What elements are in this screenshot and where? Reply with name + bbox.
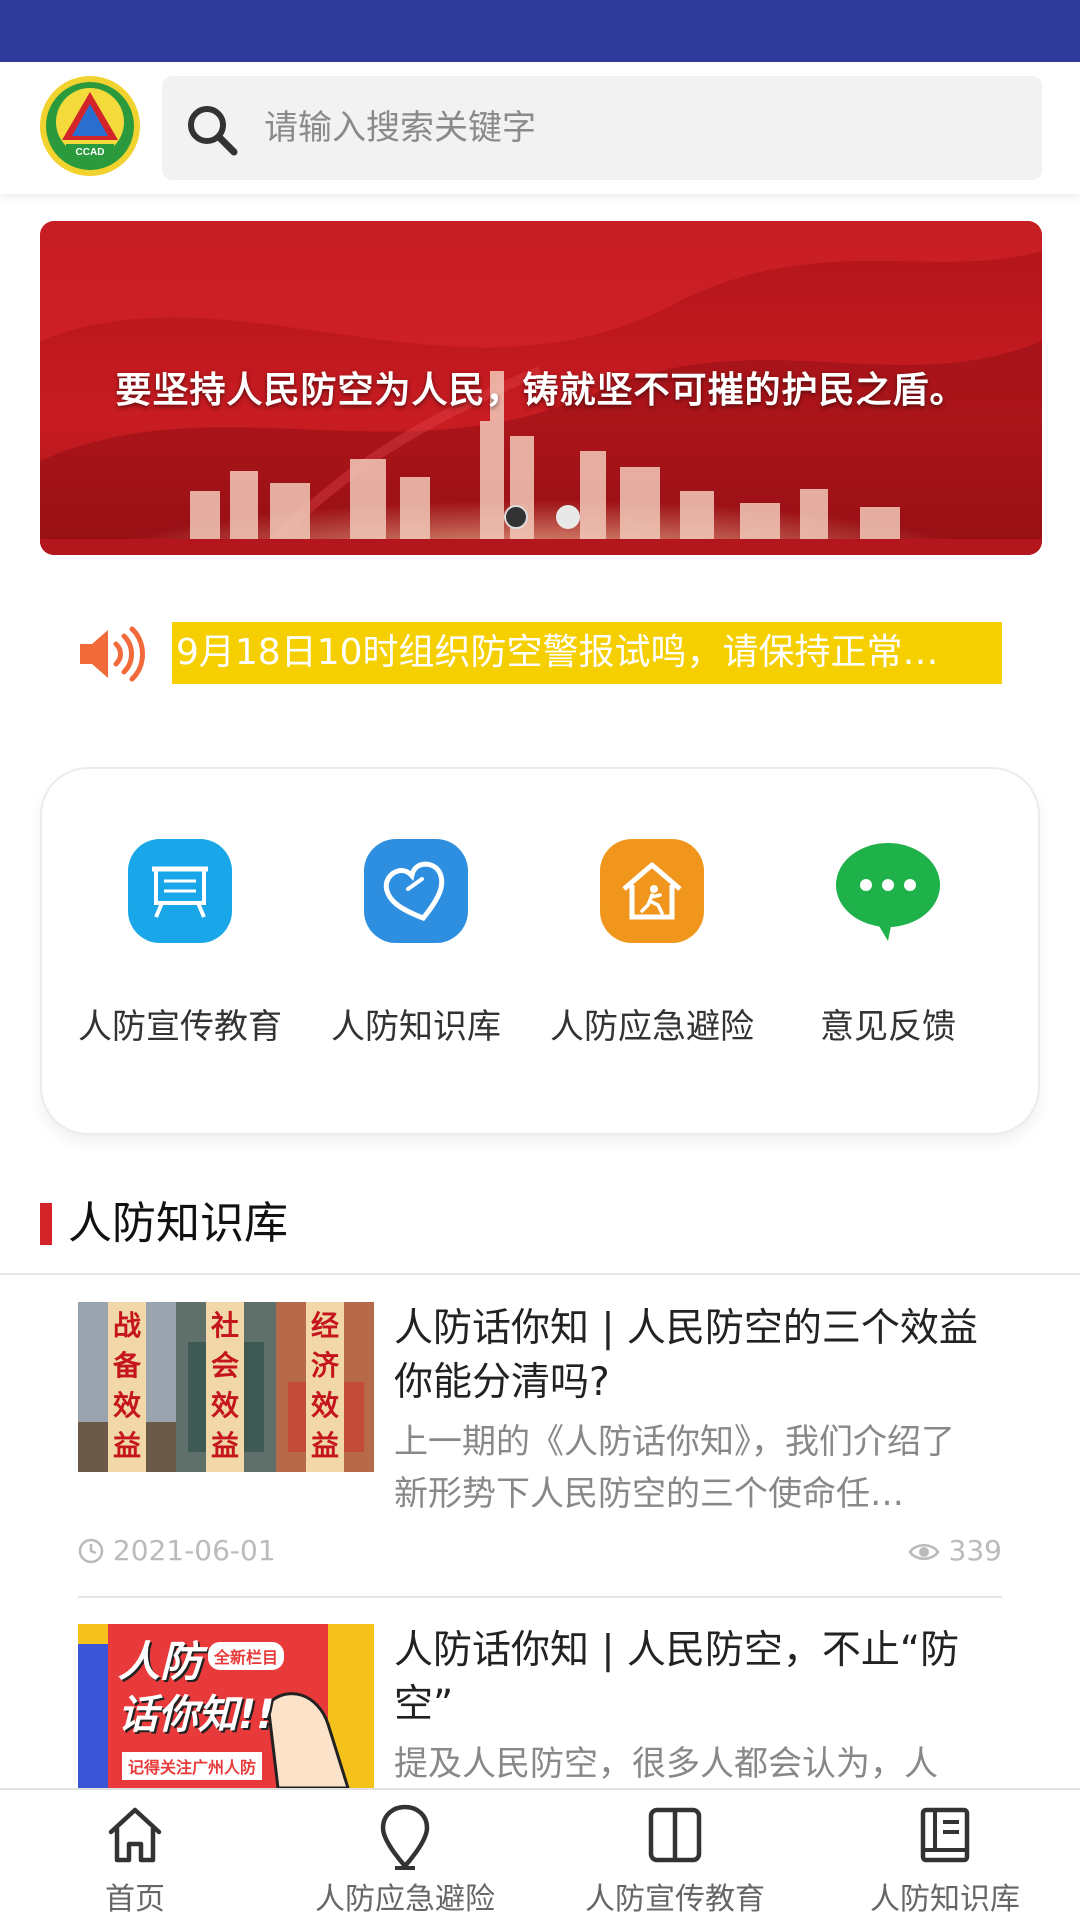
thumb-word: 经济效益 (310, 1309, 339, 1462)
article-title[interactable]: 人防话你知 | 人民防空的三个效益你能分清吗? (394, 1302, 984, 1410)
header: CCAD 请输入搜索关键字 (0, 62, 1080, 194)
article-views-count: 339 (948, 1534, 1002, 1567)
article-thumbnail: 战备效益 社会效益 经济效益 (78, 1302, 374, 1472)
quick-entry-panel: 人防宣传教育 人防知识库 人防应急避险 意见反馈 (40, 767, 1040, 1135)
chat-bubble-icon (836, 839, 940, 943)
entry-feedback[interactable]: 意见反馈 (770, 839, 1006, 1048)
article-date-text: 2021-06-01 (112, 1534, 276, 1567)
thumb-tag: 全新栏目 (208, 1642, 285, 1670)
bottom-tab-bar: 首页 人防应急避险 人防宣传教育 人防知识库 (0, 1788, 1080, 1920)
tab-emergency-shelter[interactable]: 人防应急避险 (270, 1790, 540, 1922)
speaker-icon (80, 626, 145, 682)
search-icon (188, 106, 238, 156)
logo-text: CCAD (76, 147, 105, 158)
thumb-heading: 话你知!! (118, 1692, 275, 1738)
entry-label: 人防宣传教育 (78, 1007, 282, 1047)
article-title[interactable]: 人防话你知 | 人民防空，不止“防空” (394, 1624, 984, 1732)
article-date: 2021-06-01 (78, 1534, 276, 1567)
tab-knowledge-base[interactable]: 人防知识库 (810, 1790, 1080, 1922)
entry-label: 意见反馈 (820, 1007, 956, 1047)
article-summary: 上一期的《人防话你知》，我们介绍了新形势下人民防空的三个使命任… (394, 1422, 955, 1514)
thumb-heading: 人防 (118, 1637, 203, 1686)
entry-label: 人防应急避险 (550, 1007, 754, 1047)
tab-home[interactable]: 首页 (0, 1790, 270, 1922)
presentation-board-icon (128, 839, 232, 943)
home-icon (108, 1807, 162, 1863)
banner-slogan: 要坚持人民防空为人民，铸就坚不可摧的护民之盾。 (115, 369, 967, 411)
entry-propaganda-education[interactable]: 人防宣传教育 (62, 839, 298, 1048)
location-pin-icon (380, 1804, 430, 1870)
article-views: 339 (908, 1534, 1002, 1567)
book-open-icon (648, 1807, 702, 1863)
divider (0, 1273, 1080, 1275)
library-icon (920, 1807, 970, 1863)
carousel-dot[interactable] (556, 505, 580, 529)
heart-icon (364, 839, 468, 943)
entry-label: 人防知识库 (331, 1007, 501, 1047)
tab-propaganda-education[interactable]: 人防宣传教育 (540, 1790, 810, 1922)
shelter-house-icon (600, 839, 704, 943)
eye-icon (908, 1544, 940, 1560)
tab-label: 人防宣传教育 (585, 1882, 765, 1917)
banner-carousel[interactable]: 要坚持人民防空为人民，铸就坚不可摧的护民之盾。 (40, 221, 1042, 555)
tab-label: 首页 (105, 1882, 165, 1917)
tab-label: 人防知识库 (870, 1882, 1020, 1917)
ccad-logo[interactable]: CCAD (38, 74, 142, 178)
thumb-footer: 记得关注广州人防 (122, 1752, 263, 1780)
thumb-word: 战备效益 (112, 1309, 141, 1462)
article-item[interactable]: 人防 全新栏目 话你知!! 记得关注广州人防 人防话你知 | 人民防空，不止“防… (78, 1624, 1002, 1788)
section-title: 人防知识库 (68, 1198, 288, 1249)
article-thumbnail: 人防 全新栏目 话你知!! 记得关注广州人防 (78, 1624, 374, 1788)
entry-knowledge-base[interactable]: 人防知识库 (298, 839, 534, 1048)
search-placeholder[interactable]: 请输入搜索关键字 (264, 76, 536, 180)
notice-bar[interactable]: 9月18日10时组织防空警报试鸣，请保持正常… (78, 622, 1002, 684)
section-accent-bar (40, 1203, 52, 1245)
carousel-dot-active[interactable] (504, 505, 528, 529)
article-separator (78, 1596, 1002, 1598)
search-bar[interactable]: 请输入搜索关键字 (162, 76, 1042, 180)
notice-text[interactable]: 9月18日10时组织防空警报试鸣，请保持正常… (172, 622, 1002, 684)
article-summary: 提及人民防空，很多人都会认为，人 (394, 1744, 938, 1784)
status-bar (0, 0, 1080, 62)
article-item[interactable]: 战备效益 社会效益 经济效益 人防话你知 | 人民防空的三个效益你能分清吗? 上… (78, 1302, 1002, 1598)
entry-emergency-shelter[interactable]: 人防应急避险 (534, 839, 770, 1048)
clock-icon (78, 1538, 104, 1564)
thumb-word: 社会效益 (210, 1309, 239, 1462)
tab-label: 人防应急避险 (315, 1882, 495, 1917)
